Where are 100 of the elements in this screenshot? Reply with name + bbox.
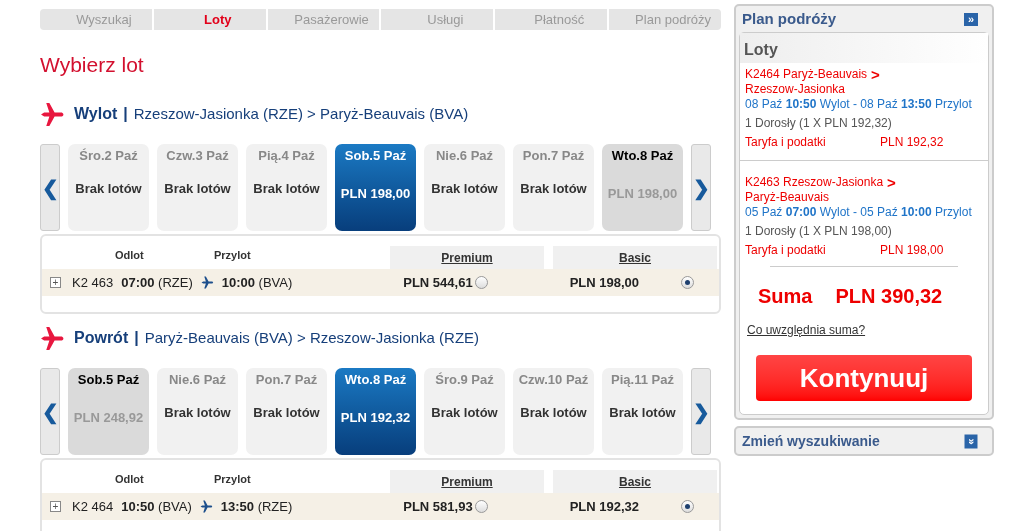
no-flights-label: Brak lotów [609,403,676,422]
date-label: Śro.9 Paź [435,371,494,389]
date-card[interactable]: Pon.7 Paź Brak lotów [513,144,594,231]
leg-route: Rzeszow-Jasionka (RZE) > Paryż-Beauvais (BVA) [133,103,469,124]
column-header: Premium [390,470,544,493]
date-card[interactable]: Sob.5 Paź PLN 248,92 [68,368,149,455]
date-label: Nie.6 Paź [435,147,494,165]
date-card[interactable]: Sob.5 Paź PLN 198,00 [335,144,416,231]
separator: | [134,328,139,348]
date-price: PLN 198,00 [340,184,411,203]
passenger-summary: 1 Dorosły (1 X PLN 198,00) [745,224,893,239]
panel-title: Plan podróży [742,8,837,29]
date-card[interactable]: Wto.8 Paź PLN 192,32 [335,368,416,455]
no-flights-label: Brak lotów [520,403,587,422]
fare-radio[interactable] [474,276,488,289]
no-flights-label: Brak lotów [431,179,498,198]
segment-route: K2464 Paryż-Beauvais [745,67,868,82]
date-card[interactable]: Czw.3 Paź Brak lotów [157,144,238,231]
leg-direction: Powrót [74,328,129,348]
date-label: Pią.11 Paź [611,371,674,389]
date-label: Wto.8 Paź [611,147,674,165]
previous-dates-button[interactable]: ❮ [40,144,60,231]
fare-radio[interactable] [474,500,488,513]
departure-time: 10:50 (BVA) [121,497,192,516]
date-card[interactable]: Pią.11 Paź Brak lotów [602,368,683,455]
airplane-icon [199,500,213,513]
date-label: Pon.7 Paź [522,147,585,165]
date-label: Pon.7 Paź [255,371,318,389]
airplane-icon [40,101,65,127]
date-label: Czw.3 Paź [166,147,229,165]
fare-price: PLN 198,00 [569,273,639,292]
expand-button[interactable]: » [964,12,978,26]
expand-button[interactable]: + [50,277,61,288]
column-header: Odlot [115,247,145,263]
flight-number: K2 464 [72,497,114,516]
no-flights-label: Brak lotów [164,403,231,422]
date-label: Pią.4 Paź [258,147,315,165]
airplane-icon [40,325,65,351]
expand-button[interactable]: + [50,501,61,512]
arrival-time: 13:50 (RZE) [220,497,293,516]
fare-price: PLN 544,61 [403,273,473,292]
page-title: Wybierz lot [40,52,145,78]
date-label: Sob.5 Paź [344,147,407,165]
date-card[interactable]: Pon.7 Paź Brak lotów [246,368,327,455]
date-card[interactable]: Pią.4 Paź Brak lotów [246,144,327,231]
date-card[interactable]: Śro.9 Paź Brak lotów [424,368,505,455]
fare-amount: PLN 192,32 [880,135,944,150]
separator: | [123,104,128,124]
fare-amount: PLN 198,00 [880,243,944,258]
leg-route: Paryż-Beauvais (BVA) > Rzeszow-Jasionka (RZE) [144,327,480,348]
info-link[interactable]: Co uwzględnia suma? [747,321,866,339]
flight-number: K2 463 [72,273,114,292]
fare-label: Taryfa i podatki [745,135,827,150]
departure-time: 07:00 (RZE) [121,273,193,292]
segment-route: Paryż-Beauvais [745,190,831,205]
step-tab[interactable]: Loty [153,9,268,30]
date-card[interactable]: Śro.2 Paź Brak lotów [68,144,149,231]
date-price: PLN 198,00 [607,184,678,203]
no-flights-label: Brak lotów [520,179,587,198]
continue-button[interactable]: Kontynuuj [756,355,972,401]
section-title: Loty [740,33,988,63]
date-label: Sob.5 Paź [77,371,140,389]
date-card[interactable]: Czw.10 Paź Brak lotów [513,368,594,455]
column-header: Basic [553,246,717,269]
total-label: Suma [758,284,813,309]
next-dates-button[interactable]: ❯ [691,368,711,455]
segment-route: Rzeszow-Jasionka [745,82,847,97]
fare-price: PLN 192,32 [569,497,639,516]
column-header: Przylot [214,471,252,487]
date-label: Czw.10 Paź [518,371,589,389]
date-price: PLN 248,92 [73,408,144,427]
no-flights-label: Brak lotów [431,403,498,422]
fare-radio[interactable] [681,500,694,513]
next-dates-button[interactable]: ❯ [691,144,711,231]
fare-label: Taryfa i podatki [745,243,827,258]
segment-times: 08 Paź 10:50 Wylot - 08 Paź 13:50 Przylot [745,97,973,112]
column-header: Przylot [214,247,252,263]
airplane-icon [200,276,214,289]
arrival-time: 10:00 (BVA) [221,273,293,292]
fare-radio[interactable] [681,276,694,289]
column-header: Premium [390,246,544,269]
panel-title: Zmień wyszukiwanie [742,431,880,451]
column-header: Odlot [115,471,145,487]
segment-route: K2463 Rzeszow-Jasionka [745,175,884,190]
segment-times: 05 Paź 07:00 Wylot - 05 Paź 10:00 Przylot [745,205,973,220]
expand-button[interactable]: » [964,434,978,448]
date-price: PLN 192,32 [340,408,411,427]
date-card[interactable]: Nie.6 Paź Brak lotów [424,144,505,231]
passenger-summary: 1 Dorosły (1 X PLN 192,32) [745,116,893,131]
no-flights-label: Brak lotów [253,403,320,422]
leg-direction: Wylot [74,104,118,124]
fare-price: PLN 581,93 [403,497,473,516]
date-card[interactable]: Wto.8 Paź PLN 198,00 [602,144,683,231]
date-label: Nie.6 Paź [168,371,227,389]
no-flights-label: Brak lotów [164,179,231,198]
previous-dates-button[interactable]: ❮ [40,368,60,455]
no-flights-label: Brak lotów [75,179,142,198]
route-arrow: > [871,67,880,82]
date-card[interactable]: Nie.6 Paź Brak lotów [157,368,238,455]
route-arrow: > [887,175,896,190]
